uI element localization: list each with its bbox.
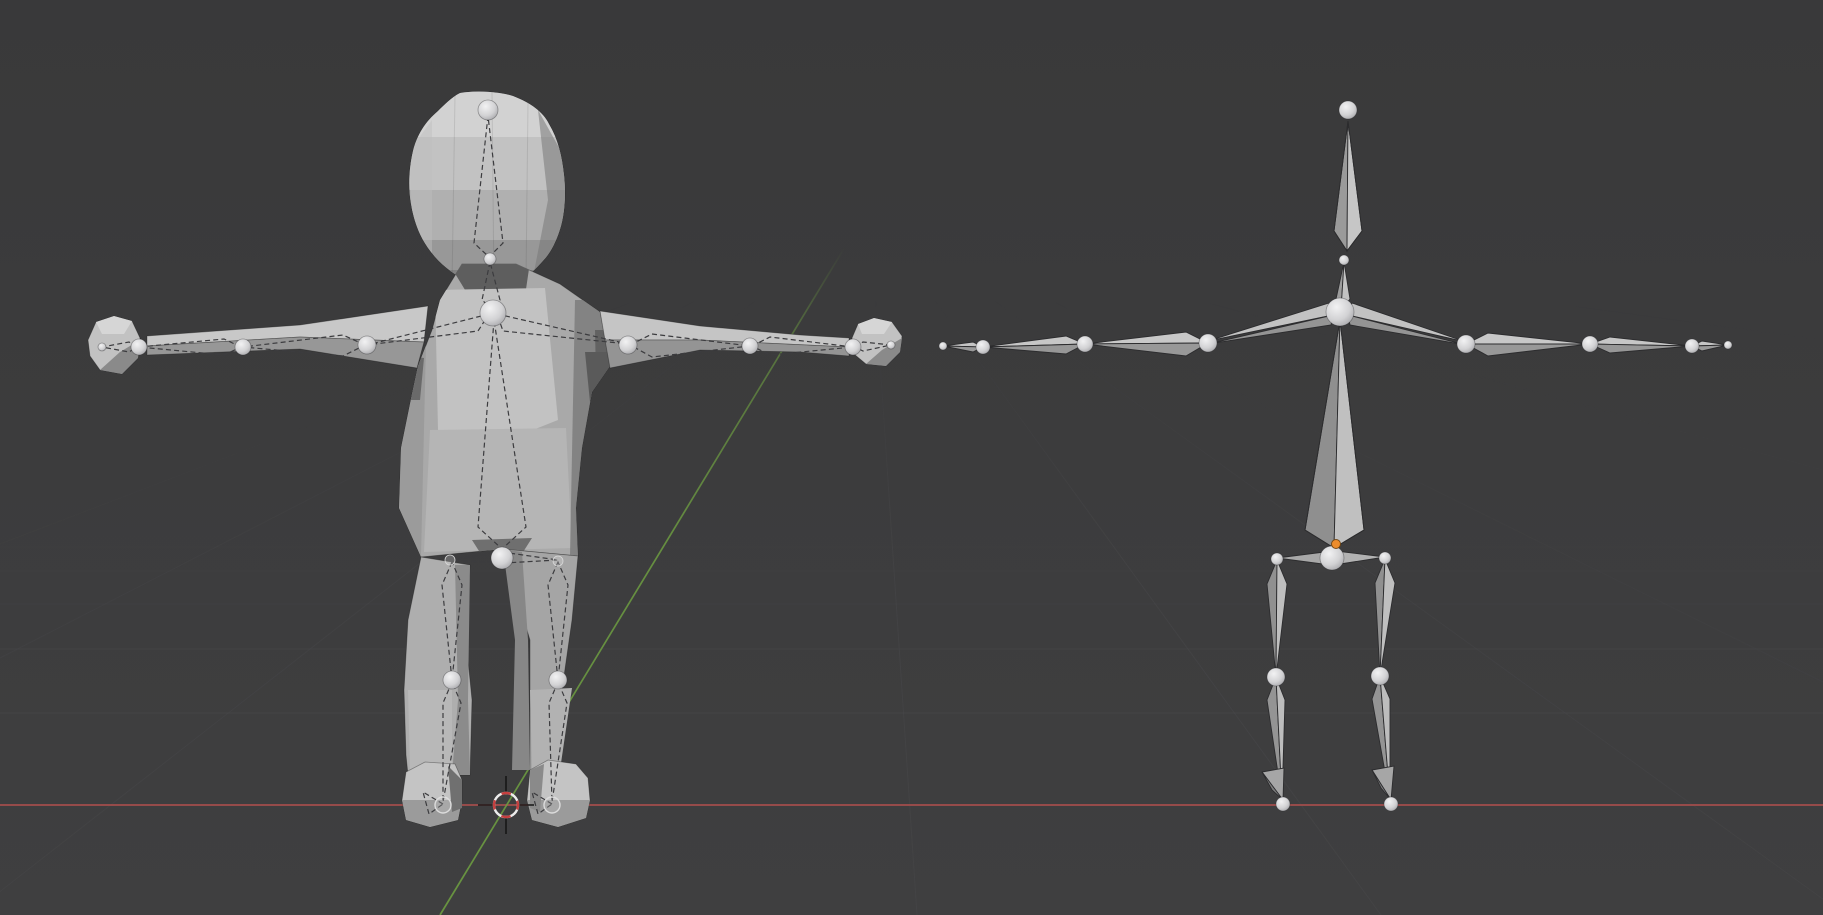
viewport-background <box>0 0 1823 915</box>
joint-knee-left[interactable] <box>1267 668 1285 686</box>
joint-shoulder-right[interactable] <box>619 336 637 354</box>
joint-shoulder-right[interactable] <box>1457 335 1475 353</box>
joint-thigh-top-left[interactable] <box>445 555 455 565</box>
joint-root[interactable] <box>1320 546 1344 570</box>
joint-hand-tip-right[interactable] <box>1724 341 1732 349</box>
joint-elbow-left[interactable] <box>235 339 251 355</box>
joint-shoulder-left[interactable] <box>1199 334 1217 352</box>
joint-knee-right[interactable] <box>1371 667 1389 685</box>
joint-wrist-right[interactable] <box>845 339 861 355</box>
joint-neck[interactable] <box>484 253 496 265</box>
joint-thigh-top-right[interactable] <box>553 556 563 566</box>
viewport-3d[interactable] <box>0 0 1823 915</box>
joint-hand-tip-right[interactable] <box>887 341 895 349</box>
foot-mesh-right[interactable] <box>527 760 590 827</box>
joint-ankle-left[interactable] <box>435 797 451 813</box>
torso-facet <box>424 428 572 552</box>
joint-thigh-top-right[interactable] <box>1379 552 1391 564</box>
foot-mesh-left[interactable] <box>402 762 462 827</box>
joint-chest[interactable] <box>1326 298 1354 326</box>
joint-ankle-right[interactable] <box>1384 797 1398 811</box>
joint-ankle-right[interactable] <box>544 797 560 813</box>
joint-knee-left[interactable] <box>443 671 461 689</box>
joint-neck[interactable] <box>1339 255 1349 265</box>
joint-wrist-left[interactable] <box>131 339 147 355</box>
joint-elbow-right[interactable] <box>742 338 758 354</box>
joint-elbow-right[interactable] <box>1582 336 1598 352</box>
joint-hand-tip-left[interactable] <box>939 342 947 350</box>
leg-mesh-left[interactable] <box>404 557 472 775</box>
joint-wrist-right[interactable] <box>1685 339 1699 353</box>
joint-thigh-top-left[interactable] <box>1271 553 1283 565</box>
joint-wrist-left[interactable] <box>976 340 990 354</box>
joint-hand-tip-left[interactable] <box>98 343 106 351</box>
joint-ankle-left[interactable] <box>1276 797 1290 811</box>
leg-facet <box>408 690 452 770</box>
joint-shoulder-left[interactable] <box>358 336 376 354</box>
joint-head-top[interactable] <box>1339 101 1357 119</box>
joint-head-top[interactable] <box>478 100 498 120</box>
object-origin-dot[interactable] <box>1332 540 1341 549</box>
joint-knee-right[interactable] <box>549 671 567 689</box>
joint-elbow-left[interactable] <box>1077 336 1093 352</box>
joint-chest[interactable] <box>480 300 506 326</box>
joint-root[interactable] <box>491 547 513 569</box>
